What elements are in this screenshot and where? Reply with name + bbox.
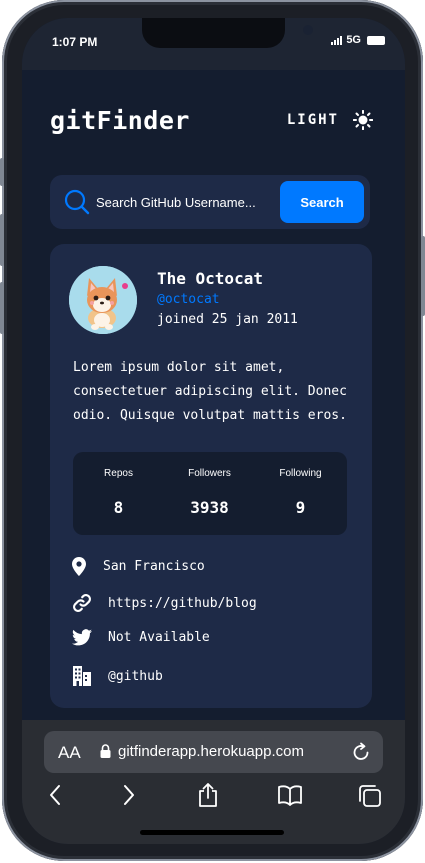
link-icon bbox=[72, 593, 108, 613]
profile-bio: Lorem ipsum dolor sit amet, consectetuer… bbox=[73, 360, 347, 423]
forward-icon[interactable] bbox=[122, 784, 136, 806]
profile-stats: Repos 8 Followers 3938 Following 9 bbox=[73, 452, 347, 535]
stat-followers-label: Followers bbox=[188, 468, 231, 479]
avatar bbox=[69, 266, 137, 334]
company-text: @github bbox=[108, 668, 163, 684]
status-indicators: 5G bbox=[331, 34, 385, 46]
network-label: 5G bbox=[346, 34, 361, 46]
stat-following-value: 9 bbox=[295, 498, 306, 517]
twitter-icon bbox=[72, 629, 108, 646]
search-input[interactable] bbox=[94, 188, 288, 216]
reload-icon[interactable] bbox=[351, 742, 371, 762]
search-bar: Search bbox=[50, 175, 370, 229]
tabs-icon[interactable] bbox=[358, 784, 382, 808]
stat-repos-value: 8 bbox=[113, 498, 124, 517]
profile-handle-link[interactable]: @octocat bbox=[157, 292, 220, 307]
bookmarks-icon[interactable] bbox=[277, 784, 303, 806]
stat-followers-value: 3938 bbox=[190, 498, 229, 517]
search-button[interactable]: Search bbox=[280, 181, 364, 223]
screen: 1:07 PM 5G gitFinder LIGHT Search GitHub… bbox=[22, 18, 405, 844]
building-icon bbox=[72, 666, 108, 686]
browser-toolbar: AA gitfinderapp.herokuapp.com bbox=[22, 720, 405, 844]
stat-following-label: Following bbox=[279, 468, 322, 479]
mute-switch bbox=[0, 158, 4, 186]
profile-card: The Octocat @octocat joined 25 jan 2011 … bbox=[50, 244, 372, 708]
profile-location: San Francisco bbox=[72, 557, 205, 576]
dynamic-notch bbox=[142, 18, 313, 48]
sun-icon bbox=[353, 110, 373, 130]
battery-icon bbox=[367, 35, 385, 45]
home-indicator[interactable] bbox=[140, 830, 284, 835]
front-camera bbox=[303, 25, 313, 35]
profile-name: The Octocat bbox=[157, 269, 263, 288]
location-text: San Francisco bbox=[103, 559, 205, 574]
volume-down-button bbox=[0, 282, 4, 334]
twitter-text: Not Available bbox=[108, 630, 210, 645]
url-text: gitfinderapp.herokuapp.com bbox=[118, 743, 304, 760]
volume-up-button bbox=[0, 214, 4, 266]
app-content: gitFinder LIGHT Search GitHub Username..… bbox=[22, 70, 405, 720]
profile-joined-date: joined 25 jan 2011 bbox=[157, 312, 298, 327]
app-logo: gitFinder bbox=[50, 106, 190, 135]
blog-link[interactable]: https://github/blog bbox=[108, 596, 257, 611]
profile-twitter: Not Available bbox=[72, 629, 210, 646]
back-icon[interactable] bbox=[48, 784, 62, 806]
lock-icon bbox=[100, 744, 111, 758]
stat-repos-label: Repos bbox=[104, 468, 133, 479]
theme-toggle-label: LIGHT bbox=[286, 112, 339, 128]
status-time: 1:07 PM bbox=[52, 35, 98, 49]
signal-icon bbox=[331, 35, 343, 45]
address-bar[interactable]: AA gitfinderapp.herokuapp.com bbox=[44, 731, 383, 773]
octocat-corgi-avatar-image bbox=[69, 266, 137, 334]
search-icon bbox=[64, 189, 90, 215]
share-icon[interactable] bbox=[197, 782, 219, 808]
profile-company: @github bbox=[72, 666, 163, 686]
power-button bbox=[421, 236, 425, 316]
text-size-button[interactable]: AA bbox=[58, 743, 81, 763]
theme-toggle[interactable]: LIGHT bbox=[287, 110, 373, 130]
status-bar: 1:07 PM 5G bbox=[22, 18, 405, 70]
location-pin-icon bbox=[72, 557, 103, 576]
profile-blog[interactable]: https://github/blog bbox=[72, 593, 257, 613]
